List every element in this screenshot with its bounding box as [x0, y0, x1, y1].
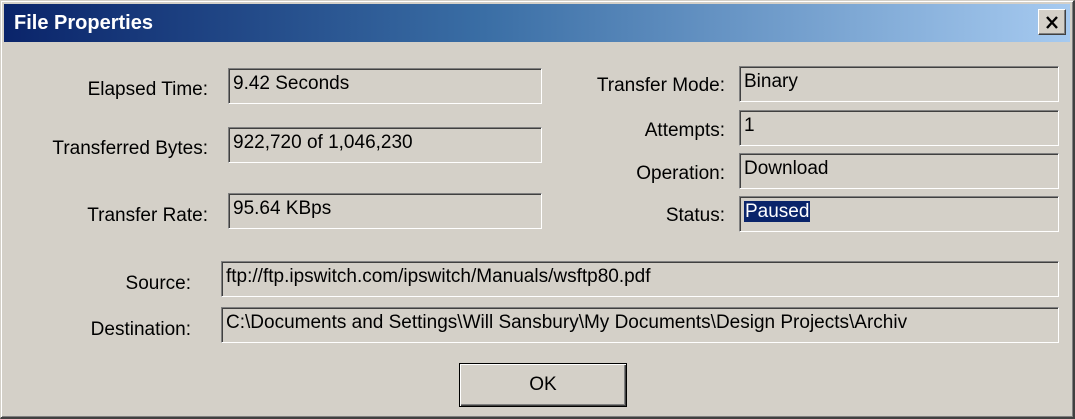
status-label: Status:	[665, 205, 725, 226]
transfer-rate-value: 95.64 KBps	[233, 198, 332, 219]
operation-value: Download	[744, 158, 829, 179]
transfer-mode-label: Transfer Mode:	[596, 75, 725, 96]
file-properties-dialog: File Properties Elapsed Time: 9.42 Secon…	[0, 0, 1075, 419]
status-field[interactable]: Paused	[739, 196, 1059, 232]
attempts-field[interactable]: 1	[739, 110, 1059, 146]
transferred-bytes-field[interactable]: 922,720 of 1,046,230	[228, 127, 542, 163]
transferred-bytes-value: 922,720 of 1,046,230	[233, 132, 413, 153]
transfer-rate-label: Transfer Rate:	[87, 205, 208, 226]
ok-button[interactable]: OK	[459, 363, 627, 407]
destination-field[interactable]: C:\Documents and Settings\Will Sansbury\…	[221, 307, 1059, 343]
operation-field[interactable]: Download	[739, 153, 1059, 189]
transfer-mode-field[interactable]: Binary	[739, 66, 1059, 102]
window-title: File Properties	[14, 12, 153, 34]
destination-label: Destination:	[90, 319, 191, 340]
elapsed-time-value: 9.42 Seconds	[233, 73, 350, 94]
transfer-mode-value: Binary	[744, 71, 798, 92]
transfer-rate-field[interactable]: 95.64 KBps	[228, 193, 542, 229]
status-value: Paused	[744, 201, 811, 222]
operation-label: Operation:	[636, 163, 725, 184]
title-bar[interactable]: File Properties	[4, 4, 1070, 42]
destination-value: C:\Documents and Settings\Will Sansbury\…	[226, 312, 908, 333]
attempts-value: 1	[744, 115, 755, 136]
ok-button-label: OK	[529, 374, 557, 395]
attempts-label: Attempts:	[644, 120, 725, 141]
source-field[interactable]: ftp://ftp.ipswitch.com/ipswitch/Manuals/…	[221, 261, 1059, 297]
elapsed-time-field[interactable]: 9.42 Seconds	[228, 68, 542, 104]
transferred-bytes-label: Transferred Bytes:	[52, 138, 208, 159]
source-value: ftp://ftp.ipswitch.com/ipswitch/Manuals/…	[226, 266, 651, 287]
close-icon	[1046, 15, 1058, 29]
close-button[interactable]	[1038, 9, 1066, 35]
elapsed-time-label: Elapsed Time:	[87, 79, 208, 100]
source-label: Source:	[125, 273, 191, 294]
